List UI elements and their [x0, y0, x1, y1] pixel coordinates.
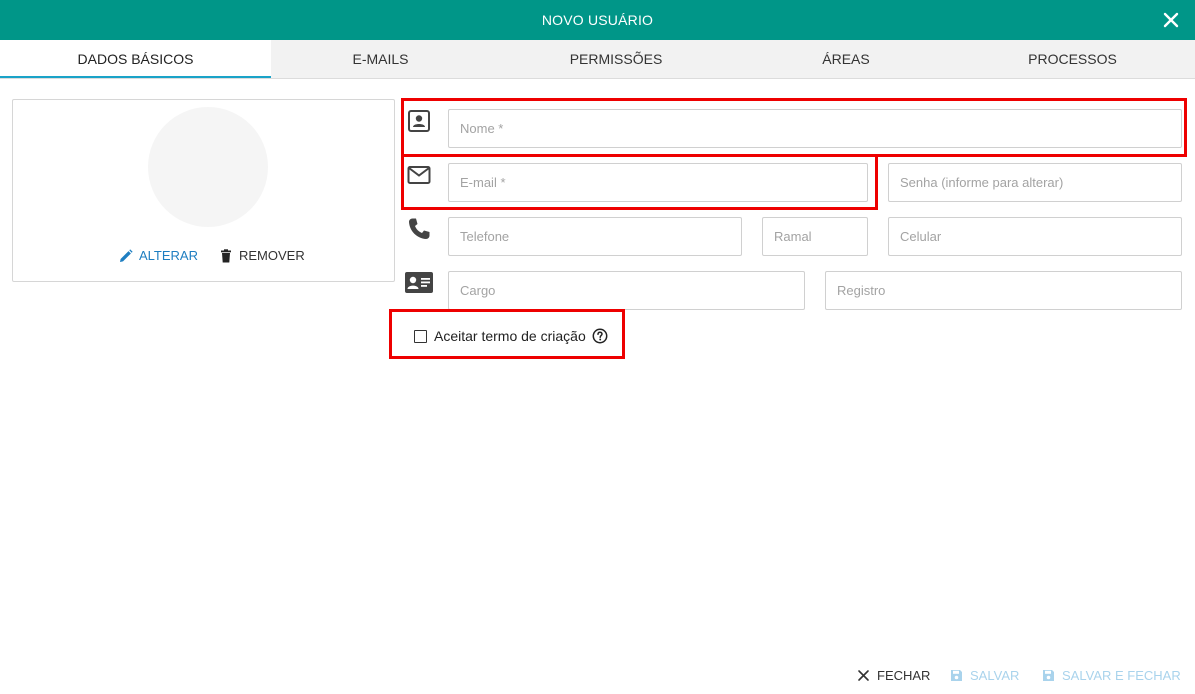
email-input[interactable]: [448, 163, 868, 202]
remover-label: REMOVER: [239, 248, 305, 263]
termo-checkbox[interactable]: [414, 329, 427, 343]
tab-areas[interactable]: ÁREAS: [742, 40, 950, 78]
phone-icon: [409, 218, 430, 239]
close-icon: [858, 669, 869, 681]
id-card-icon: [405, 272, 433, 293]
tab-dados-basicos[interactable]: DADOS BÁSICOS: [0, 40, 271, 78]
termo-label: Aceitar termo de criação: [434, 328, 586, 344]
contact-icon: [408, 110, 430, 132]
nome-input[interactable]: [448, 109, 1182, 148]
alterar-label: ALTERAR: [139, 248, 198, 263]
tab-processos[interactable]: PROCESSOS: [950, 40, 1195, 78]
help-icon[interactable]: [592, 328, 608, 344]
avatar[interactable]: [148, 107, 268, 227]
tab-permissoes[interactable]: PERMISSÕES: [490, 40, 742, 78]
save-icon: [951, 669, 962, 681]
dialog-header: NOVO USUÁRIO: [0, 0, 1195, 40]
remover-photo-button[interactable]: REMOVER: [219, 247, 305, 265]
registro-input[interactable]: [825, 271, 1182, 310]
salvar-e-fechar-label: SALVAR E FECHAR: [1062, 667, 1181, 683]
ramal-input[interactable]: [762, 217, 868, 256]
salvar-label: SALVAR: [970, 667, 1020, 683]
fechar-button[interactable]: FECHAR: [857, 666, 930, 684]
tab-emails[interactable]: E-MAILS: [271, 40, 490, 78]
salvar-button[interactable]: SALVAR: [950, 666, 1019, 684]
dialog-title: NOVO USUÁRIO: [541, 12, 654, 28]
salvar-e-fechar-button[interactable]: SALVAR E FECHAR: [1042, 666, 1181, 684]
tab-bar: DADOS BÁSICOS E-MAILS PERMISSÕES ÁREAS P…: [0, 40, 1195, 79]
senha-input[interactable]: [888, 163, 1182, 202]
alterar-photo-button[interactable]: ALTERAR: [119, 247, 198, 265]
fechar-label: FECHAR: [877, 667, 931, 683]
close-icon[interactable]: [1161, 10, 1181, 30]
celular-input[interactable]: [888, 217, 1182, 256]
termo-checkbox-row[interactable]: Aceitar termo de criação: [414, 326, 608, 346]
save-icon: [1043, 669, 1054, 681]
cargo-input[interactable]: [448, 271, 805, 310]
trash-icon: [221, 249, 231, 263]
photo-card: ALTERAR REMOVER: [12, 99, 395, 282]
pencil-icon: [120, 249, 133, 262]
mail-icon: [407, 166, 431, 184]
telefone-input[interactable]: [448, 217, 742, 256]
